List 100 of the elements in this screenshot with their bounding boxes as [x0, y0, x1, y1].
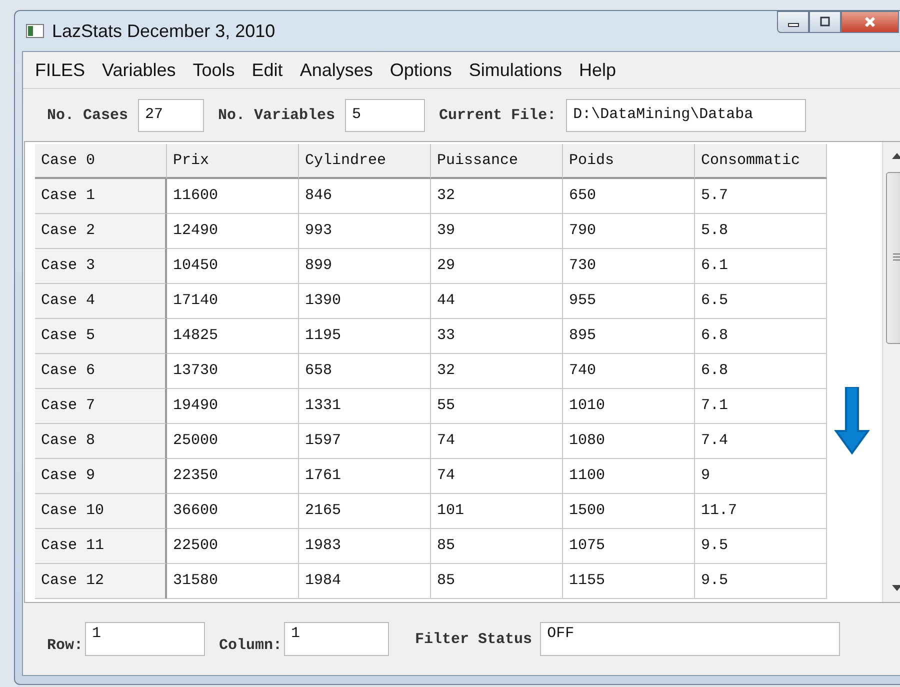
window-title: LazStats December 3, 2010	[52, 20, 276, 42]
table-cell: 2165	[299, 494, 431, 529]
table-cell: 730	[563, 249, 695, 284]
table-cell: 29	[431, 249, 563, 284]
table-cell: 1984	[299, 564, 431, 599]
field-label: Column:	[218, 636, 284, 654]
close-button[interactable]	[841, 11, 899, 33]
table-cell: 1390	[299, 284, 431, 319]
app-icon	[26, 24, 44, 38]
table-cell: 55	[431, 389, 563, 424]
row-header[interactable]: Case 10	[35, 494, 167, 529]
table-cell: 6.5	[695, 284, 827, 319]
menu-item[interactable]: Analyses	[294, 60, 384, 80]
table-cell: 5.8	[695, 214, 827, 249]
column-header[interactable]: Case 0	[35, 144, 167, 179]
minimize-button[interactable]	[777, 11, 809, 33]
row-header[interactable]: Case 2	[35, 214, 167, 249]
table-cell: 19490	[167, 389, 299, 424]
input-field[interactable]: 1	[85, 622, 206, 656]
table-cell: 44	[431, 284, 563, 319]
input-field[interactable]: 5	[345, 98, 426, 132]
scroll-up-icon[interactable]	[892, 152, 900, 160]
table-cell: 658	[299, 354, 431, 389]
field-label: No. Variables	[217, 106, 336, 124]
table-cell: 1100	[563, 459, 695, 494]
table-cell: 32	[431, 354, 563, 389]
table-cell: 846	[299, 179, 431, 214]
row-header[interactable]: Case 3	[35, 249, 167, 284]
table-cell: 12490	[167, 214, 299, 249]
table-cell: 17140	[167, 284, 299, 319]
menu-item[interactable]: Tools	[186, 60, 246, 80]
row-header[interactable]: Case 9	[35, 459, 167, 494]
table-cell: 9	[695, 459, 827, 494]
column-header[interactable]: Puissance	[431, 144, 563, 179]
row-header[interactable]: Case 12	[35, 564, 167, 599]
field-label: No. Cases	[46, 106, 130, 124]
table-cell: 1195	[299, 319, 431, 354]
table-cell: 39	[431, 214, 563, 249]
table-cell: 22500	[167, 529, 299, 564]
table-cell: 1761	[299, 459, 431, 494]
menu-item[interactable]: Options	[384, 60, 463, 80]
menu-item[interactable]: Simulations	[462, 60, 573, 80]
menu-item[interactable]: Edit	[246, 60, 294, 80]
table-cell: 22350	[167, 459, 299, 494]
table-cell: 650	[563, 179, 695, 214]
maximize-button[interactable]	[809, 11, 841, 33]
menu-item[interactable]: Variables	[96, 60, 187, 80]
table-cell: 7.4	[695, 424, 827, 459]
row-header[interactable]: Case 1	[35, 179, 167, 214]
field-label: Filter Status	[414, 630, 534, 648]
row-header[interactable]: Case 5	[35, 319, 167, 354]
table-cell: 33	[431, 319, 563, 354]
table-cell: 1500	[563, 494, 695, 529]
down-arrow-icon	[834, 387, 870, 455]
column-header[interactable]: Poids	[563, 144, 695, 179]
table-cell: 85	[431, 529, 563, 564]
row-header[interactable]: Case 7	[35, 389, 167, 424]
table-cell: 32	[431, 179, 563, 214]
table-cell: 9.5	[695, 564, 827, 599]
table-cell: 36600	[167, 494, 299, 529]
grip-icon	[893, 253, 900, 262]
table-cell: 6.8	[695, 354, 827, 389]
table-cell: 11.7	[695, 494, 827, 529]
field-label: Current File:	[438, 106, 558, 124]
table-cell: 1983	[299, 529, 431, 564]
table-cell: 899	[299, 249, 431, 284]
row-header[interactable]: Case 8	[35, 424, 167, 459]
table-cell: 1080	[563, 424, 695, 459]
menu-item[interactable]: Help	[572, 60, 627, 80]
input-field[interactable]: D:\DataMining\Databa	[566, 98, 806, 132]
row-header[interactable]: Case 11	[35, 529, 167, 564]
table-cell: 740	[563, 354, 695, 389]
table-cell: 1155	[563, 564, 695, 599]
input-field[interactable]: 27	[138, 98, 204, 132]
row-header[interactable]: Case 4	[35, 284, 167, 319]
table-cell: 74	[431, 459, 563, 494]
minimize-icon	[788, 23, 798, 27]
input-field[interactable]: OFF	[540, 622, 840, 656]
input-field[interactable]: 1	[284, 622, 390, 656]
column-header[interactable]: Prix	[167, 144, 299, 179]
table-cell: 1331	[299, 389, 431, 424]
table-cell: 74	[431, 424, 563, 459]
scroll-down-icon[interactable]	[892, 584, 900, 592]
table-cell: 25000	[167, 424, 299, 459]
column-header[interactable]: Cylindree	[299, 144, 431, 179]
table-cell: 13730	[167, 354, 299, 389]
table-cell: 1597	[299, 424, 431, 459]
row-header[interactable]: Case 6	[35, 354, 167, 389]
table-cell: 993	[299, 214, 431, 249]
table-cell: 11600	[167, 179, 299, 214]
table-cell: 1010	[563, 389, 695, 424]
table-cell: 6.8	[695, 319, 827, 354]
table-cell: 101	[431, 494, 563, 529]
table-cell: 31580	[167, 564, 299, 599]
close-icon	[863, 16, 877, 28]
menu-item[interactable]: FILES	[29, 60, 96, 80]
table-cell: 955	[563, 284, 695, 319]
table-cell: 85	[431, 564, 563, 599]
table-cell: 1075	[563, 529, 695, 564]
column-header[interactable]: Consommatic	[695, 144, 827, 179]
